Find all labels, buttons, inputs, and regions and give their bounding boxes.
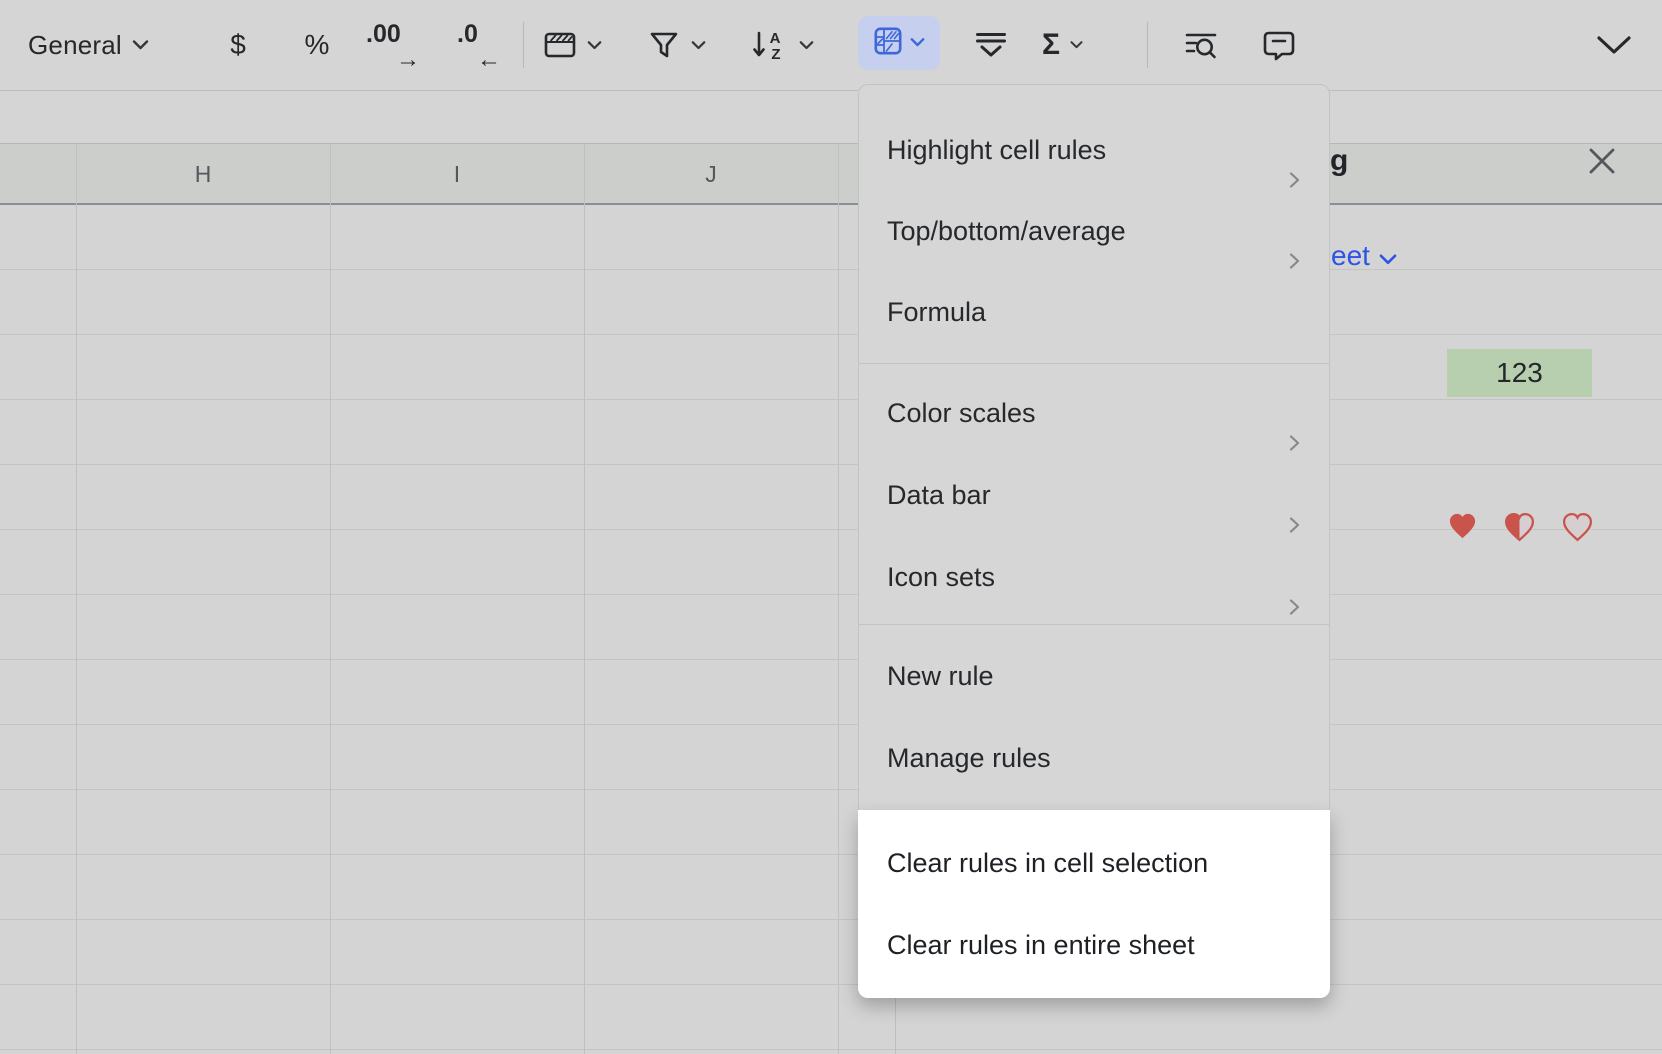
format-preview-cell: 123: [1447, 349, 1592, 397]
chevron-down-icon: [132, 40, 149, 50]
chevron-down-icon: [587, 41, 602, 50]
column-header-h[interactable]: H: [195, 144, 212, 204]
increase-decimal-button[interactable]: .00 →: [364, 0, 420, 90]
column-header-i[interactable]: I: [454, 144, 460, 204]
menu-item-clear-rules-cell-selection[interactable]: Clear rules in cell selection: [858, 822, 1330, 904]
decrease-decimal-button[interactable]: .0 ←: [452, 0, 504, 90]
menu-item-top-bottom-average[interactable]: Top/bottom/average: [858, 190, 1330, 272]
heart-half-icon: [1503, 511, 1536, 544]
grid-column-line: [330, 143, 331, 1054]
panel-title-visible-fragment: g: [1330, 144, 1348, 178]
percent-icon: %: [305, 29, 330, 61]
toolbar-divider: [1147, 22, 1148, 68]
filter-icon: [647, 28, 681, 62]
collapse-toolbar-button[interactable]: [1590, 0, 1638, 90]
menu-item-manage-rules[interactable]: Manage rules: [858, 717, 1330, 799]
menu-item-icon-sets[interactable]: Icon sets: [858, 536, 1330, 618]
svg-text:Z: Z: [771, 46, 780, 62]
column-header-row: H I J: [0, 143, 1662, 205]
menu-item-data-bar[interactable]: Data bar: [858, 454, 1330, 536]
svg-text:A: A: [770, 30, 781, 47]
grid-column-line: [76, 143, 77, 1054]
sort-az-icon: A Z: [751, 28, 789, 62]
cell-style-icon: [543, 28, 577, 62]
decrease-decimal-icon: .0 ←: [457, 22, 499, 68]
chevron-down-icon: [1070, 41, 1083, 49]
chevron-down-icon: [1595, 34, 1633, 56]
conditional-formatting-menu: Highlight cell rules Top/bottom/average …: [858, 84, 1330, 998]
menu-item-formula[interactable]: Formula: [858, 271, 1330, 353]
menu-item-highlight-cell-rules[interactable]: Highlight cell rules: [858, 109, 1330, 191]
find-replace-icon: [1183, 28, 1219, 62]
chevron-down-icon: [691, 41, 706, 50]
menu-divider: [858, 624, 1330, 625]
comment-icon: [1262, 28, 1296, 62]
column-header-j[interactable]: J: [705, 144, 717, 204]
find-replace-button[interactable]: [1178, 0, 1224, 90]
heart-filled-icon: [1447, 511, 1478, 542]
chevron-down-icon: [1379, 240, 1397, 272]
grid-column-line: [838, 143, 839, 1054]
chevron-down-icon: [910, 34, 925, 52]
sheet-grid[interactable]: [0, 205, 1662, 1054]
sort-dropdown[interactable]: A Z: [751, 0, 814, 90]
icon-set-preview: [1447, 511, 1593, 545]
toolbar: General $ % .00 → .0 ←: [0, 0, 1662, 91]
chevron-down-icon: [799, 41, 814, 50]
comment-button[interactable]: [1256, 0, 1302, 90]
filter-dropdown[interactable]: [647, 0, 706, 90]
close-icon[interactable]: [1585, 144, 1619, 178]
number-format-dropdown[interactable]: General: [28, 0, 149, 90]
conditional-formatting-dropdown[interactable]: [858, 16, 940, 70]
currency-format-button[interactable]: $: [218, 0, 258, 90]
percent-format-button[interactable]: %: [294, 0, 340, 90]
menu-divider: [858, 363, 1330, 364]
panel-left-border: [895, 998, 896, 1054]
spreadsheet-app: General $ % .00 → .0 ←: [0, 0, 1662, 1054]
heart-outline-icon: [1561, 511, 1594, 544]
increase-decimal-icon: .00 →: [366, 22, 418, 68]
sum-dropdown[interactable]: Σ: [1042, 0, 1083, 90]
menu-item-new-rule[interactable]: New rule: [858, 635, 1330, 717]
collapse-rows-icon: [974, 28, 1008, 62]
collapse-rows-button[interactable]: [969, 0, 1013, 90]
conditional-formatting-icon: [874, 27, 902, 60]
apply-scope-link[interactable]: eet: [1331, 240, 1397, 272]
toolbar-divider: [523, 22, 524, 68]
menu-item-color-scales[interactable]: Color scales: [858, 372, 1330, 454]
cell-style-dropdown[interactable]: [543, 0, 602, 90]
formula-bar: [0, 91, 1662, 143]
grid-column-line: [584, 143, 585, 1054]
number-format-label: General: [28, 30, 122, 61]
menu-item-clear-rules-entire-sheet[interactable]: Clear rules in entire sheet: [858, 904, 1330, 986]
sum-icon: Σ: [1042, 28, 1060, 62]
apply-scope-visible-fragment: eet: [1331, 240, 1370, 272]
currency-icon: $: [230, 29, 246, 61]
